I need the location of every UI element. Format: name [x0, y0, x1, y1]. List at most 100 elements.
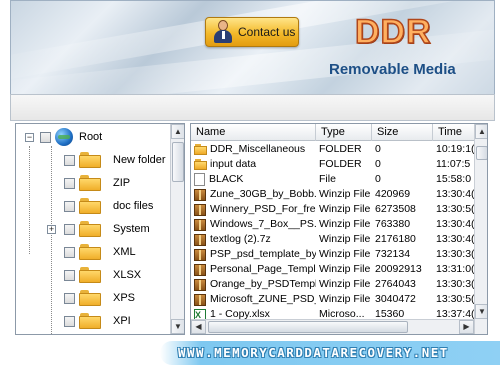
- tree-scrollbar[interactable]: ▲ ▼: [170, 124, 184, 334]
- scroll-up-icon[interactable]: ▲: [171, 124, 184, 139]
- cell-size: 420969: [375, 188, 411, 200]
- tree-item-label: System: [113, 223, 150, 235]
- cell-type: Winzip File: [319, 278, 371, 290]
- tree-item-label: Root: [79, 131, 103, 143]
- cell-name: textlog (2).7z: [191, 232, 316, 247]
- table-row[interactable]: Windows_7_Box__PS... Winzip File 763380 13:…: [191, 217, 474, 232]
- archive-icon: [194, 218, 206, 231]
- tree-item-zip[interactable]: ZIP: [64, 173, 130, 193]
- product-title: Removable Media: [329, 61, 456, 78]
- file-name: Zune_30GB_by_Bobb...: [210, 188, 316, 200]
- folder-icon: [79, 267, 101, 283]
- cell-size: 20092913: [375, 263, 422, 275]
- table-row[interactable]: Winnery_PSD_For_fre... Winzip File 6273508…: [191, 202, 474, 217]
- cell-name: BLACK: [191, 172, 316, 187]
- tree-checkbox[interactable]: [64, 269, 75, 281]
- tree-checkbox[interactable]: [64, 177, 75, 189]
- scroll-down-icon[interactable]: ▼: [171, 319, 184, 334]
- tree-item-system[interactable]: System: [64, 219, 150, 239]
- cell-type: Winzip File: [319, 263, 371, 275]
- tree-item-root[interactable]: Root: [40, 127, 102, 147]
- archive-icon: [194, 203, 206, 216]
- file-name: DDR_Miscellaneous: [210, 143, 306, 155]
- tree-checkbox[interactable]: [64, 154, 75, 166]
- cell-size: 6273508: [375, 203, 416, 215]
- cell-size: 2176180: [375, 233, 416, 245]
- scroll-thumb[interactable]: [208, 321, 408, 333]
- tree-item-label: New folder: [113, 154, 166, 166]
- column-header-name[interactable]: Name: [191, 124, 316, 141]
- column-header-type[interactable]: Type: [316, 124, 372, 141]
- cell-type: Winzip File: [319, 248, 371, 260]
- cell-size: 0: [375, 143, 381, 155]
- scroll-right-icon[interactable]: ▶: [459, 320, 474, 334]
- tree-checkbox[interactable]: [40, 131, 51, 143]
- tree-checkbox[interactable]: [64, 315, 75, 327]
- archive-icon: [194, 293, 206, 306]
- table-row[interactable]: Microsoft_ZUNE_PSD_...Winzip File 3040472…: [191, 292, 474, 307]
- cell-size: 3040472: [375, 293, 416, 305]
- table-row[interactable]: Orange_by_PSDTempl... Winzip File 2764043 1…: [191, 277, 474, 292]
- scroll-thumb[interactable]: [476, 146, 487, 160]
- scroll-down-icon[interactable]: ▼: [475, 304, 487, 319]
- tree-item-label: ZIP: [113, 177, 131, 189]
- column-header-size[interactable]: Size: [372, 124, 433, 141]
- tree-item-xpi[interactable]: XPI: [64, 311, 131, 331]
- tree-item-new-folder[interactable]: New folder: [64, 150, 166, 170]
- cell-type: Winzip File: [319, 218, 371, 230]
- toolbar: [10, 94, 495, 121]
- file-name: BLACK: [209, 173, 244, 185]
- scroll-up-icon[interactable]: ▲: [475, 124, 487, 139]
- header-banner: Contact us DDR Removable Media: [10, 0, 495, 94]
- tree-checkbox[interactable]: [64, 223, 75, 235]
- cell-time: 11:07:5: [436, 158, 471, 170]
- tree-item-xps[interactable]: XPS: [64, 288, 135, 308]
- cell-time: 13:30:3(: [436, 248, 474, 260]
- cell-name: Personal_Page_Templ...: [191, 262, 316, 277]
- tree-item-doc-files[interactable]: doc files: [64, 196, 153, 216]
- file-name: Microsoft_ZUNE_PSD_...: [210, 293, 316, 305]
- archive-icon: [194, 278, 206, 291]
- tree-item-xml[interactable]: XML: [64, 242, 136, 262]
- cell-type: FOLDER: [319, 158, 362, 170]
- expand-icon[interactable]: +: [47, 225, 56, 234]
- cell-name: Microsoft_ZUNE_PSD_...: [191, 292, 316, 307]
- folder-icon: [194, 159, 207, 170]
- cell-name: DDR_Miscellaneous: [191, 142, 316, 157]
- cell-size: 0: [375, 173, 381, 185]
- cell-time: 13:31:0(: [436, 263, 474, 275]
- file-name: Orange_by_PSDTempl...: [210, 278, 316, 290]
- list-vertical-scrollbar[interactable]: ▲ ▼: [474, 124, 487, 334]
- collapse-icon[interactable]: −: [25, 133, 34, 142]
- table-row[interactable]: Zune_30GB_by_Bobb... Winzip File 420969 13:…: [191, 187, 474, 202]
- table-row[interactable]: textlog (2).7z Winzip File 2176180 13:30:4(: [191, 232, 474, 247]
- tree-checkbox[interactable]: [64, 292, 75, 304]
- table-row[interactable]: BLACK File 0 15:58:0: [191, 172, 474, 187]
- tree-checkbox[interactable]: [64, 246, 75, 258]
- cell-name: Windows_7_Box__PS...: [191, 217, 316, 232]
- cell-time: 13:30:5(: [436, 203, 474, 215]
- folder-icon: [79, 198, 101, 214]
- column-header-time[interactable]: Time: [433, 124, 474, 141]
- file-icon: [194, 173, 205, 186]
- contact-us-button[interactable]: Contact us: [205, 17, 299, 47]
- table-row[interactable]: Personal_Page_Templ... Winzip File 2009291…: [191, 262, 474, 277]
- list-horizontal-scrollbar[interactable]: ◀ ▶: [191, 319, 474, 334]
- table-row[interactable]: input data FOLDER 0 11:07:5: [191, 157, 474, 172]
- app-window: Contact us DDR Removable Media − Root Ne…: [0, 0, 500, 365]
- cell-time: 13:30:5(: [436, 293, 474, 305]
- folder-icon: [79, 290, 101, 306]
- tree-item-label: XLSX: [113, 269, 142, 281]
- scroll-left-icon[interactable]: ◀: [191, 320, 206, 334]
- file-name: input data: [210, 158, 257, 170]
- tree-checkbox[interactable]: [64, 200, 75, 212]
- scroll-thumb[interactable]: [172, 142, 184, 182]
- list-header: Name Type Size Time: [191, 124, 474, 141]
- table-row[interactable]: DDR_Miscellaneous FOLDER 0 10:19:1(: [191, 142, 474, 157]
- cell-type: FOLDER: [319, 143, 362, 155]
- table-row[interactable]: PSP_psd_template_by... Winzip File 732134 1…: [191, 247, 474, 262]
- file-name: textlog (2).7z: [210, 233, 271, 245]
- tree-item-xlsx[interactable]: XLSX: [64, 265, 141, 285]
- cell-name: Zune_30GB_by_Bobb...: [191, 187, 316, 202]
- file-list: Name Type Size Time DDR_Miscellaneous FOL…: [190, 123, 488, 335]
